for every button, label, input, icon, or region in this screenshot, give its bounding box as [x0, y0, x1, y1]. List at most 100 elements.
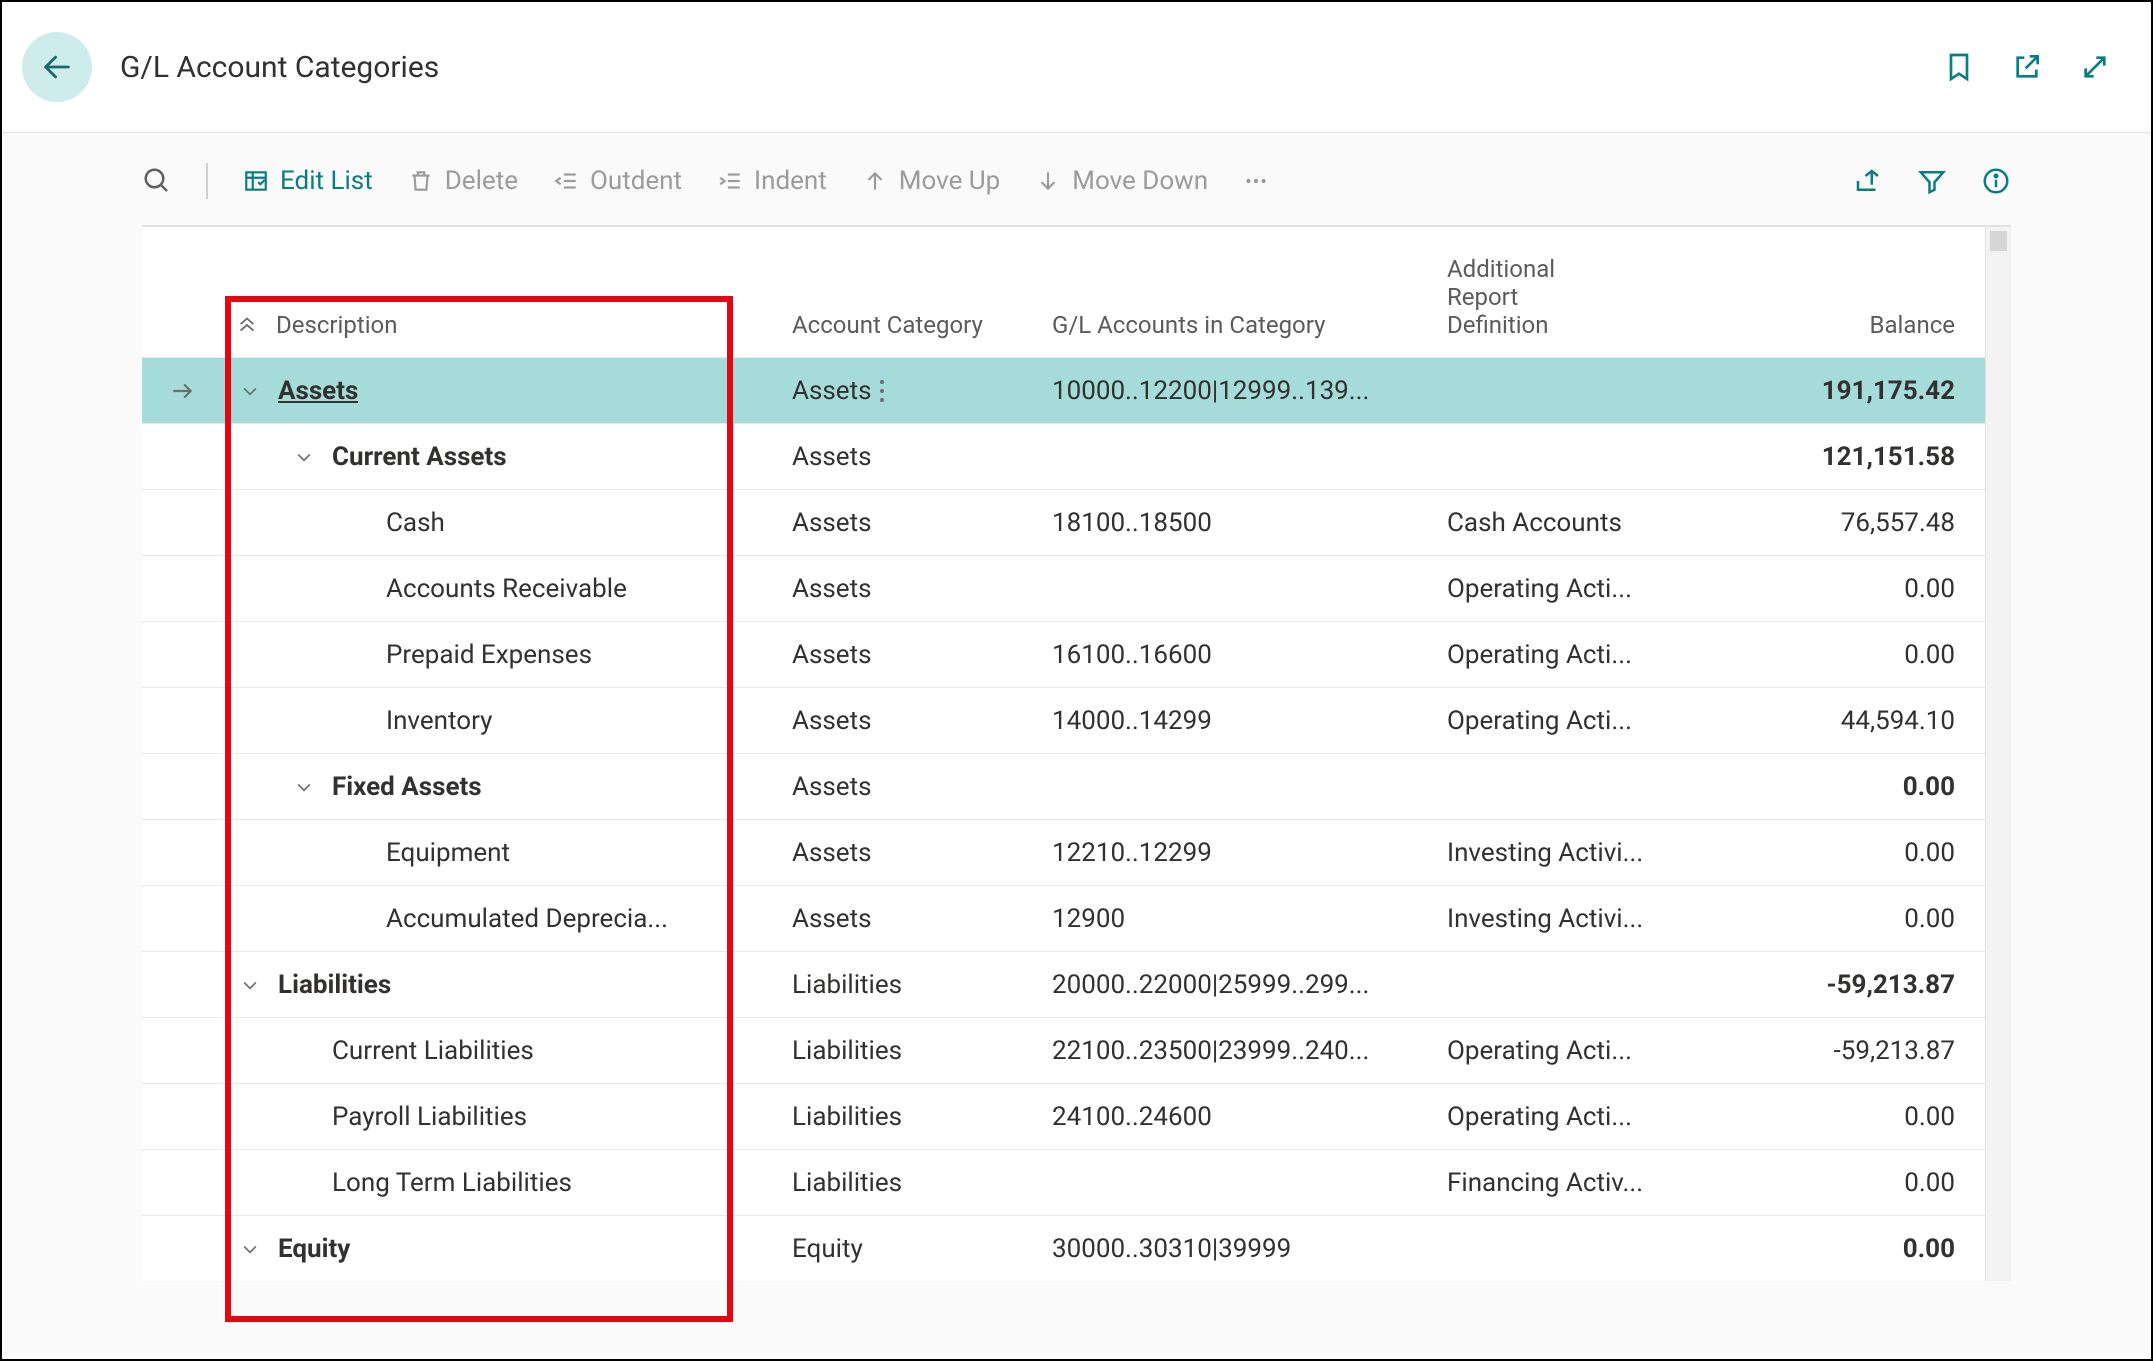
cell-category[interactable]: Liabilities	[792, 970, 1052, 1000]
move-down-button[interactable]: Move Down	[1034, 166, 1208, 196]
cell-balance[interactable]: 0.00	[1707, 904, 1985, 934]
cell-category[interactable]: Assets	[792, 706, 1052, 736]
cell-category[interactable]: Assets	[792, 442, 1052, 472]
filter-button[interactable]	[1917, 166, 1947, 196]
cell-description[interactable]: Accumulated Deprecia...	[222, 904, 792, 934]
cell-description[interactable]: Current Assets	[222, 442, 792, 472]
cell-report-definition[interactable]: Operating Acti...	[1447, 1102, 1707, 1132]
cell-report-definition[interactable]: Operating Acti...	[1447, 640, 1707, 670]
table-row[interactable]: EquityEquity30000..30310|399990.00	[142, 1215, 1985, 1281]
info-button[interactable]	[1981, 166, 2011, 196]
cell-category[interactable]: Assets	[792, 640, 1052, 670]
cell-report-definition[interactable]: Operating Acti...	[1447, 574, 1707, 604]
cell-category[interactable]: Assets	[792, 376, 1052, 406]
cell-report-definition[interactable]: Investing Activi...	[1447, 838, 1707, 868]
col-report-definition[interactable]: Additional Report Definition	[1447, 255, 1707, 339]
table-row[interactable]: AssetsAssets10000..12200|12999..139...19…	[142, 357, 1985, 423]
cell-category[interactable]: Liabilities	[792, 1102, 1052, 1132]
table-row[interactable]: Current AssetsAssets 121,151.58	[142, 423, 1985, 489]
cell-gl-accounts[interactable]: 12210..12299	[1052, 838, 1447, 868]
outdent-button[interactable]: Outdent	[552, 166, 682, 196]
popout-button[interactable]	[2011, 51, 2043, 83]
chevron-down-icon[interactable]	[236, 381, 264, 401]
table-row[interactable]: Prepaid ExpensesAssets16100..16600Operat…	[142, 621, 1985, 687]
row-actions-button[interactable]	[877, 377, 887, 405]
collapse-all-button[interactable]	[236, 314, 258, 336]
cell-description[interactable]: Cash	[222, 508, 792, 538]
cell-description[interactable]: Equipment	[222, 838, 792, 868]
cell-category[interactable]: Assets	[792, 772, 1052, 802]
more-actions-button[interactable]	[1242, 167, 1270, 195]
cell-description[interactable]: Fixed Assets	[222, 772, 792, 802]
cell-report-definition[interactable]: Operating Acti...	[1447, 1036, 1707, 1066]
cell-balance[interactable]: 0.00	[1707, 772, 1985, 802]
cell-report-definition[interactable]: Operating Acti...	[1447, 706, 1707, 736]
cell-balance[interactable]: 191,175.42	[1707, 376, 1985, 406]
cell-report-definition[interactable]: Cash Accounts	[1447, 508, 1707, 538]
cell-category[interactable]: Equity	[792, 1234, 1052, 1264]
table-row[interactable]: LiabilitiesLiabilities20000..22000|25999…	[142, 951, 1985, 1017]
expand-button[interactable]	[2079, 51, 2111, 83]
chevron-down-icon[interactable]	[236, 1239, 264, 1259]
cell-balance[interactable]: -59,213.87	[1707, 1036, 1985, 1066]
cell-balance[interactable]: 0.00	[1707, 838, 1985, 868]
indent-button[interactable]: Indent	[716, 166, 827, 196]
scroll-up-arrow[interactable]	[1990, 231, 2007, 251]
search-button[interactable]	[142, 166, 172, 196]
edit-list-button[interactable]: Edit List	[242, 166, 373, 196]
chevron-down-icon[interactable]	[236, 975, 264, 995]
cell-description[interactable]: Inventory	[222, 706, 792, 736]
table-row[interactable]: Accounts ReceivableAssets Operating Acti.…	[142, 555, 1985, 621]
cell-gl-accounts[interactable]: 10000..12200|12999..139...	[1052, 376, 1447, 406]
cell-balance[interactable]: -59,213.87	[1707, 970, 1985, 1000]
cell-balance[interactable]: 76,557.48	[1707, 508, 1985, 538]
cell-description[interactable]: Assets	[222, 376, 792, 406]
cell-report-definition[interactable]: Financing Activ...	[1447, 1168, 1707, 1198]
cell-balance[interactable]: 44,594.10	[1707, 706, 1985, 736]
move-up-button[interactable]: Move Up	[861, 166, 1000, 196]
cell-report-definition[interactable]: Investing Activi...	[1447, 904, 1707, 934]
cell-gl-accounts[interactable]: 22100..23500|23999..240...	[1052, 1036, 1447, 1066]
cell-balance[interactable]: 0.00	[1707, 640, 1985, 670]
cell-description[interactable]: Prepaid Expenses	[222, 640, 792, 670]
col-category[interactable]: Account Category	[792, 311, 1052, 339]
table-row[interactable]: Accumulated Deprecia...Assets12900Invest…	[142, 885, 1985, 951]
cell-gl-accounts[interactable]: 14000..14299	[1052, 706, 1447, 736]
table-row[interactable]: CashAssets18100..18500Cash Accounts76,55…	[142, 489, 1985, 555]
cell-description[interactable]: Liabilities	[222, 970, 792, 1000]
table-row[interactable]: InventoryAssets14000..14299Operating Act…	[142, 687, 1985, 753]
cell-gl-accounts[interactable]: 24100..24600	[1052, 1102, 1447, 1132]
col-description[interactable]: Description	[276, 311, 398, 339]
table-row[interactable]: Payroll LiabilitiesLiabilities24100..246…	[142, 1083, 1985, 1149]
cell-category[interactable]: Assets	[792, 574, 1052, 604]
cell-description[interactable]: Equity	[222, 1234, 792, 1264]
cell-description[interactable]: Long Term Liabilities	[222, 1168, 792, 1198]
row-indicator[interactable]	[142, 378, 222, 404]
cell-description[interactable]: Accounts Receivable	[222, 574, 792, 604]
cell-balance[interactable]: 0.00	[1707, 1234, 1985, 1264]
col-balance[interactable]: Balance	[1707, 311, 1985, 339]
cell-category[interactable]: Liabilities	[792, 1036, 1052, 1066]
cell-description[interactable]: Current Liabilities	[222, 1036, 792, 1066]
bookmark-button[interactable]	[1943, 51, 1975, 83]
back-button[interactable]	[22, 32, 92, 102]
cell-gl-accounts[interactable]: 16100..16600	[1052, 640, 1447, 670]
cell-category[interactable]: Assets	[792, 508, 1052, 538]
table-row[interactable]: EquipmentAssets12210..12299Investing Act…	[142, 819, 1985, 885]
cell-balance[interactable]: 121,151.58	[1707, 442, 1985, 472]
cell-gl-accounts[interactable]: 18100..18500	[1052, 508, 1447, 538]
cell-gl-accounts[interactable]: 12900	[1052, 904, 1447, 934]
vertical-scrollbar[interactable]	[1985, 227, 2011, 1281]
table-row[interactable]: Long Term LiabilitiesLiabilities Financin…	[142, 1149, 1985, 1215]
cell-balance[interactable]: 0.00	[1707, 574, 1985, 604]
cell-category[interactable]: Assets	[792, 838, 1052, 868]
table-row[interactable]: Current LiabilitiesLiabilities22100..235…	[142, 1017, 1985, 1083]
cell-category[interactable]: Liabilities	[792, 1168, 1052, 1198]
table-row[interactable]: Fixed AssetsAssets 0.00	[142, 753, 1985, 819]
chevron-down-icon[interactable]	[290, 777, 318, 797]
share-button[interactable]	[1853, 166, 1883, 196]
cell-description[interactable]: Payroll Liabilities	[222, 1102, 792, 1132]
cell-category[interactable]: Assets	[792, 904, 1052, 934]
chevron-down-icon[interactable]	[290, 447, 318, 467]
cell-balance[interactable]: 0.00	[1707, 1168, 1985, 1198]
